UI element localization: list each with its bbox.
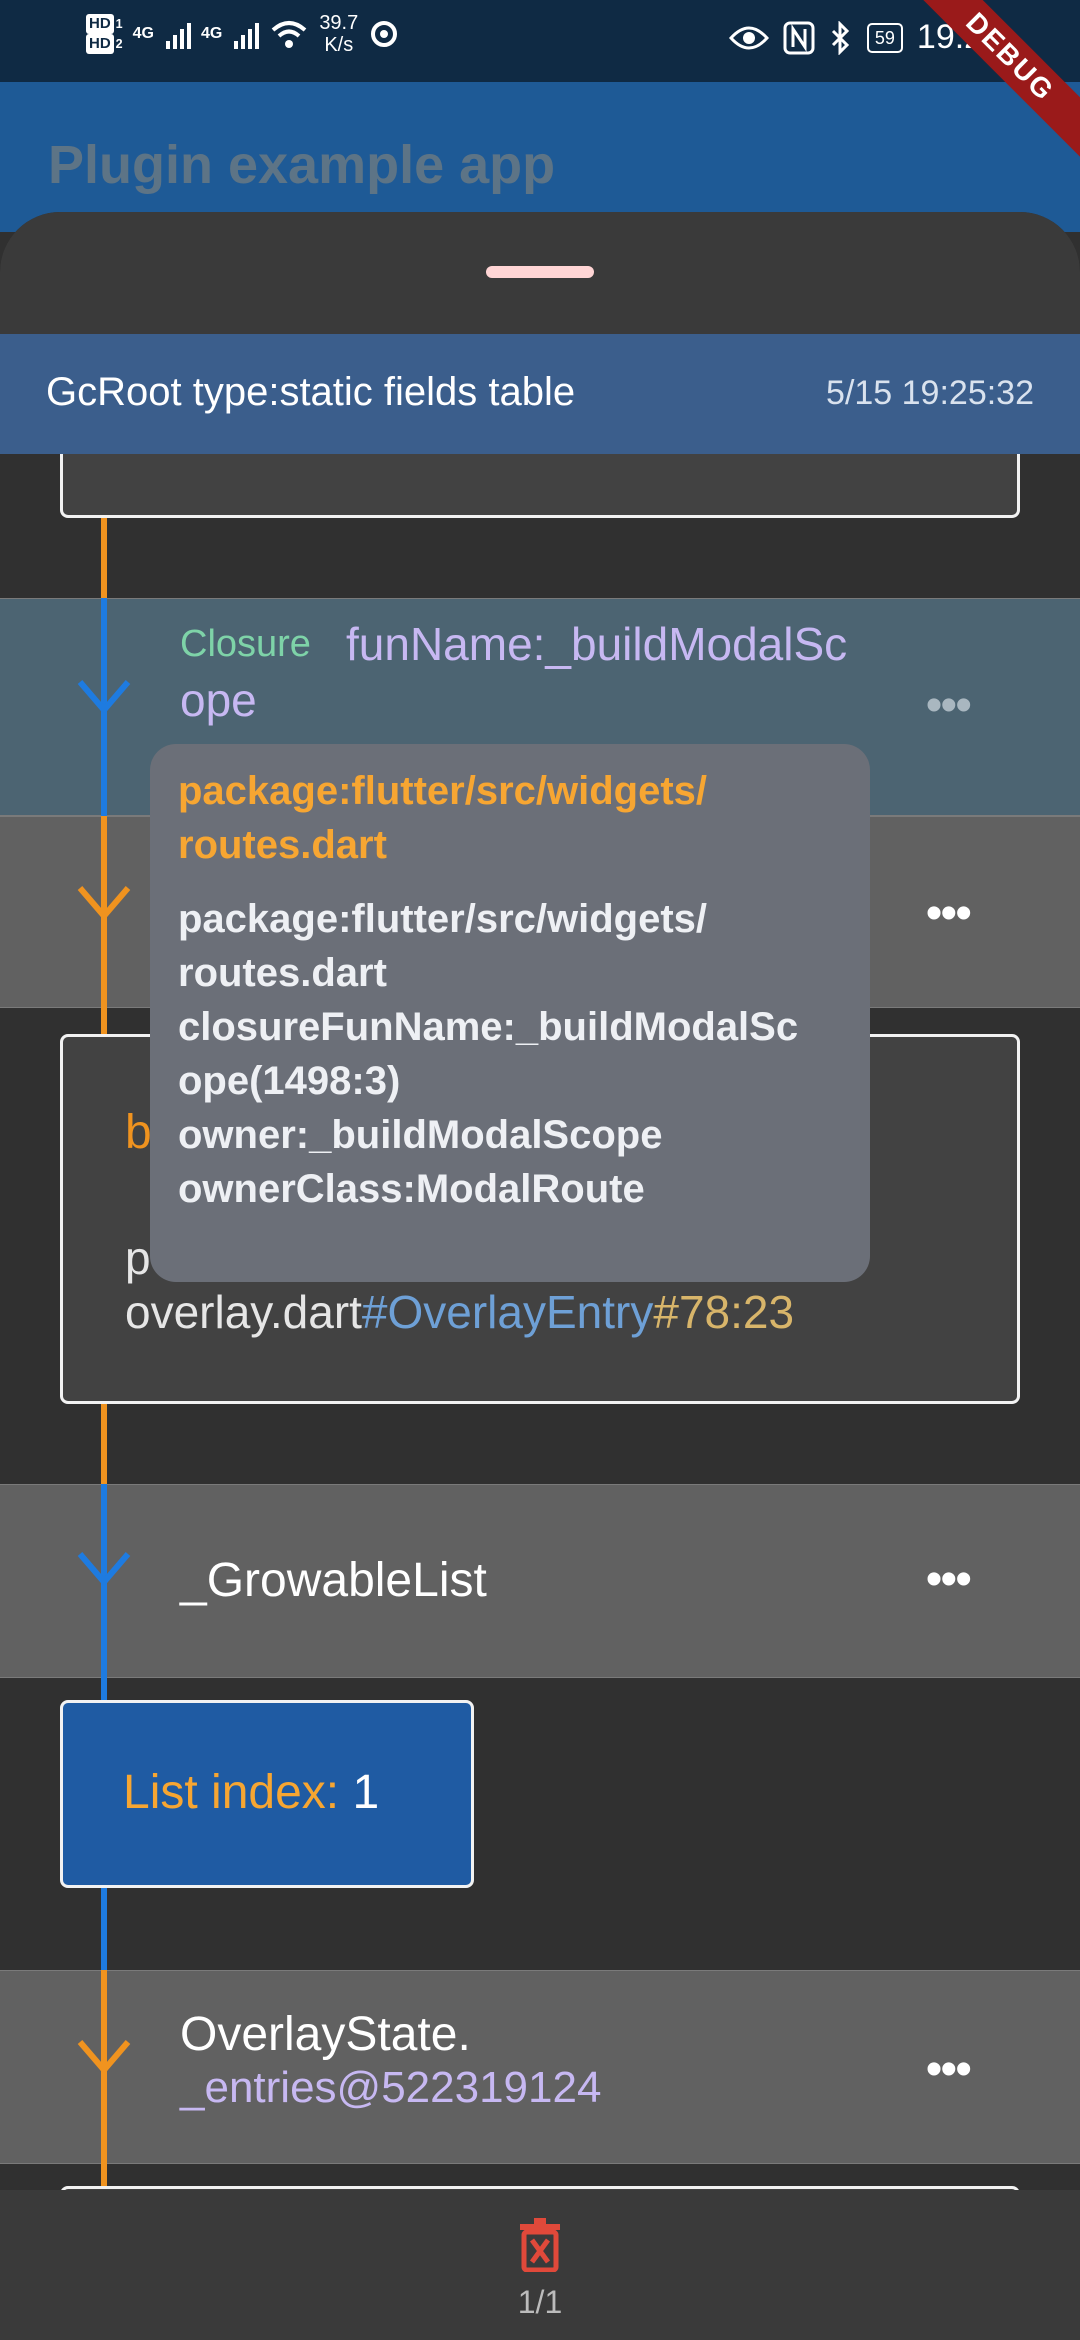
wifi-icon	[271, 21, 307, 48]
eye-icon	[728, 26, 769, 49]
speed-value: 39.7	[319, 12, 359, 34]
app-title: Plugin example app	[48, 135, 556, 195]
hd-indicators: HD 1 HD 2	[86, 14, 123, 54]
signal-label-1: 4G	[132, 25, 154, 42]
hd1-badge: HD	[86, 14, 114, 34]
hd2-badge: HD	[86, 34, 114, 54]
speed-unit: K/s	[324, 34, 354, 56]
sync-icon	[371, 21, 398, 47]
pager-label: 1/1	[517, 2284, 563, 2320]
hd2-sub: 2	[115, 37, 123, 51]
drag-handle[interactable]	[486, 266, 594, 278]
sheet-header[interactable]	[0, 212, 1080, 334]
bluetooth-icon	[831, 20, 849, 55]
signal-bars-1-icon	[165, 19, 191, 49]
app-bar: Plugin example app	[0, 82, 1080, 232]
delete-icon[interactable]	[518, 2218, 562, 2272]
status-left: HD 1 HD 2 4G 4G 39.7 K/s	[86, 12, 400, 56]
nfc-icon	[783, 21, 815, 54]
gc-root-timestamp: 5/15 19:25:32	[826, 374, 1034, 412]
signal-label-2: 4G	[200, 25, 223, 42]
network-speed: 39.7 K/s	[319, 12, 358, 56]
signal-bars-2-icon	[234, 19, 260, 49]
bottom-sheet[interactable]: GcRoot type:static fields table 5/15 19:…	[0, 212, 1080, 2340]
battery-icon: 59	[866, 22, 903, 53]
gc-root-header: GcRoot type:static fields table 5/15 19:…	[0, 334, 1080, 454]
gc-root-title: GcRoot type:static fields table	[46, 370, 576, 414]
bottom-bar: 1/1	[0, 2190, 1080, 2340]
hd1-sub: 1	[115, 17, 123, 31]
status-bar: HD 1 HD 2 4G 4G 39.7 K/s 59	[0, 0, 1080, 82]
